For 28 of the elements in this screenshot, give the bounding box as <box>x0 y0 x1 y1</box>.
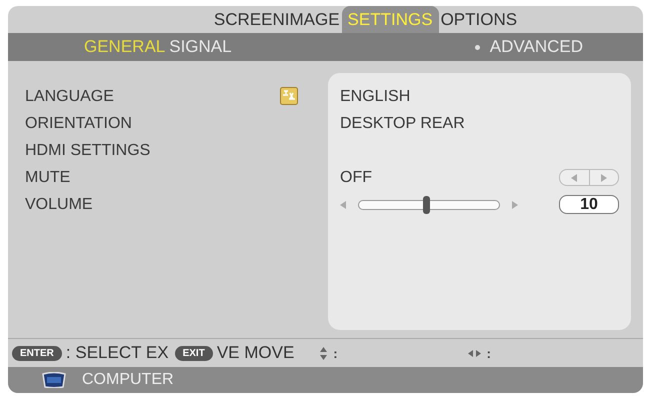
right-arrow-icon <box>512 200 518 208</box>
setting-value: OFF <box>340 168 372 186</box>
setting-label[interactable]: ORIENTATION <box>25 114 132 132</box>
slider-thumb[interactable] <box>423 196 430 214</box>
left-right-arrows-icon <box>468 350 481 356</box>
left-arrow-icon <box>571 174 578 182</box>
menu-tab[interactable]: OPTIONS <box>438 6 520 33</box>
left-arrow-icon <box>340 200 346 208</box>
setting-label[interactable]: HDMI SETTINGS <box>25 142 150 160</box>
left-right-toggle[interactable] <box>559 169 619 186</box>
hint-text: VE MOVE <box>216 343 294 363</box>
hint-text: : SELECT EX <box>66 343 169 363</box>
key-badge: EXIT <box>174 346 213 360</box>
setting-label[interactable]: VOLUME <box>25 196 93 214</box>
volume-value: 10 <box>559 195 619 214</box>
setting-label[interactable]: LANGUAGE <box>25 88 114 106</box>
right-arrow-icon <box>600 174 607 182</box>
setting-label[interactable]: MUTE <box>25 168 70 186</box>
key-badge: ENTER <box>12 346 62 360</box>
setting-value: DESKTOP REAR <box>340 114 465 132</box>
bullet-icon <box>474 44 480 50</box>
up-down-arrows-icon <box>320 346 328 360</box>
hint-text: : <box>486 346 491 360</box>
menu-tab[interactable]: SCREENIMAGE <box>212 6 342 33</box>
setting-value: ENGLISH <box>340 88 410 106</box>
hint-text: : <box>333 346 338 360</box>
input-source: COMPUTER <box>82 371 174 389</box>
monitor-connector-icon <box>42 372 66 388</box>
